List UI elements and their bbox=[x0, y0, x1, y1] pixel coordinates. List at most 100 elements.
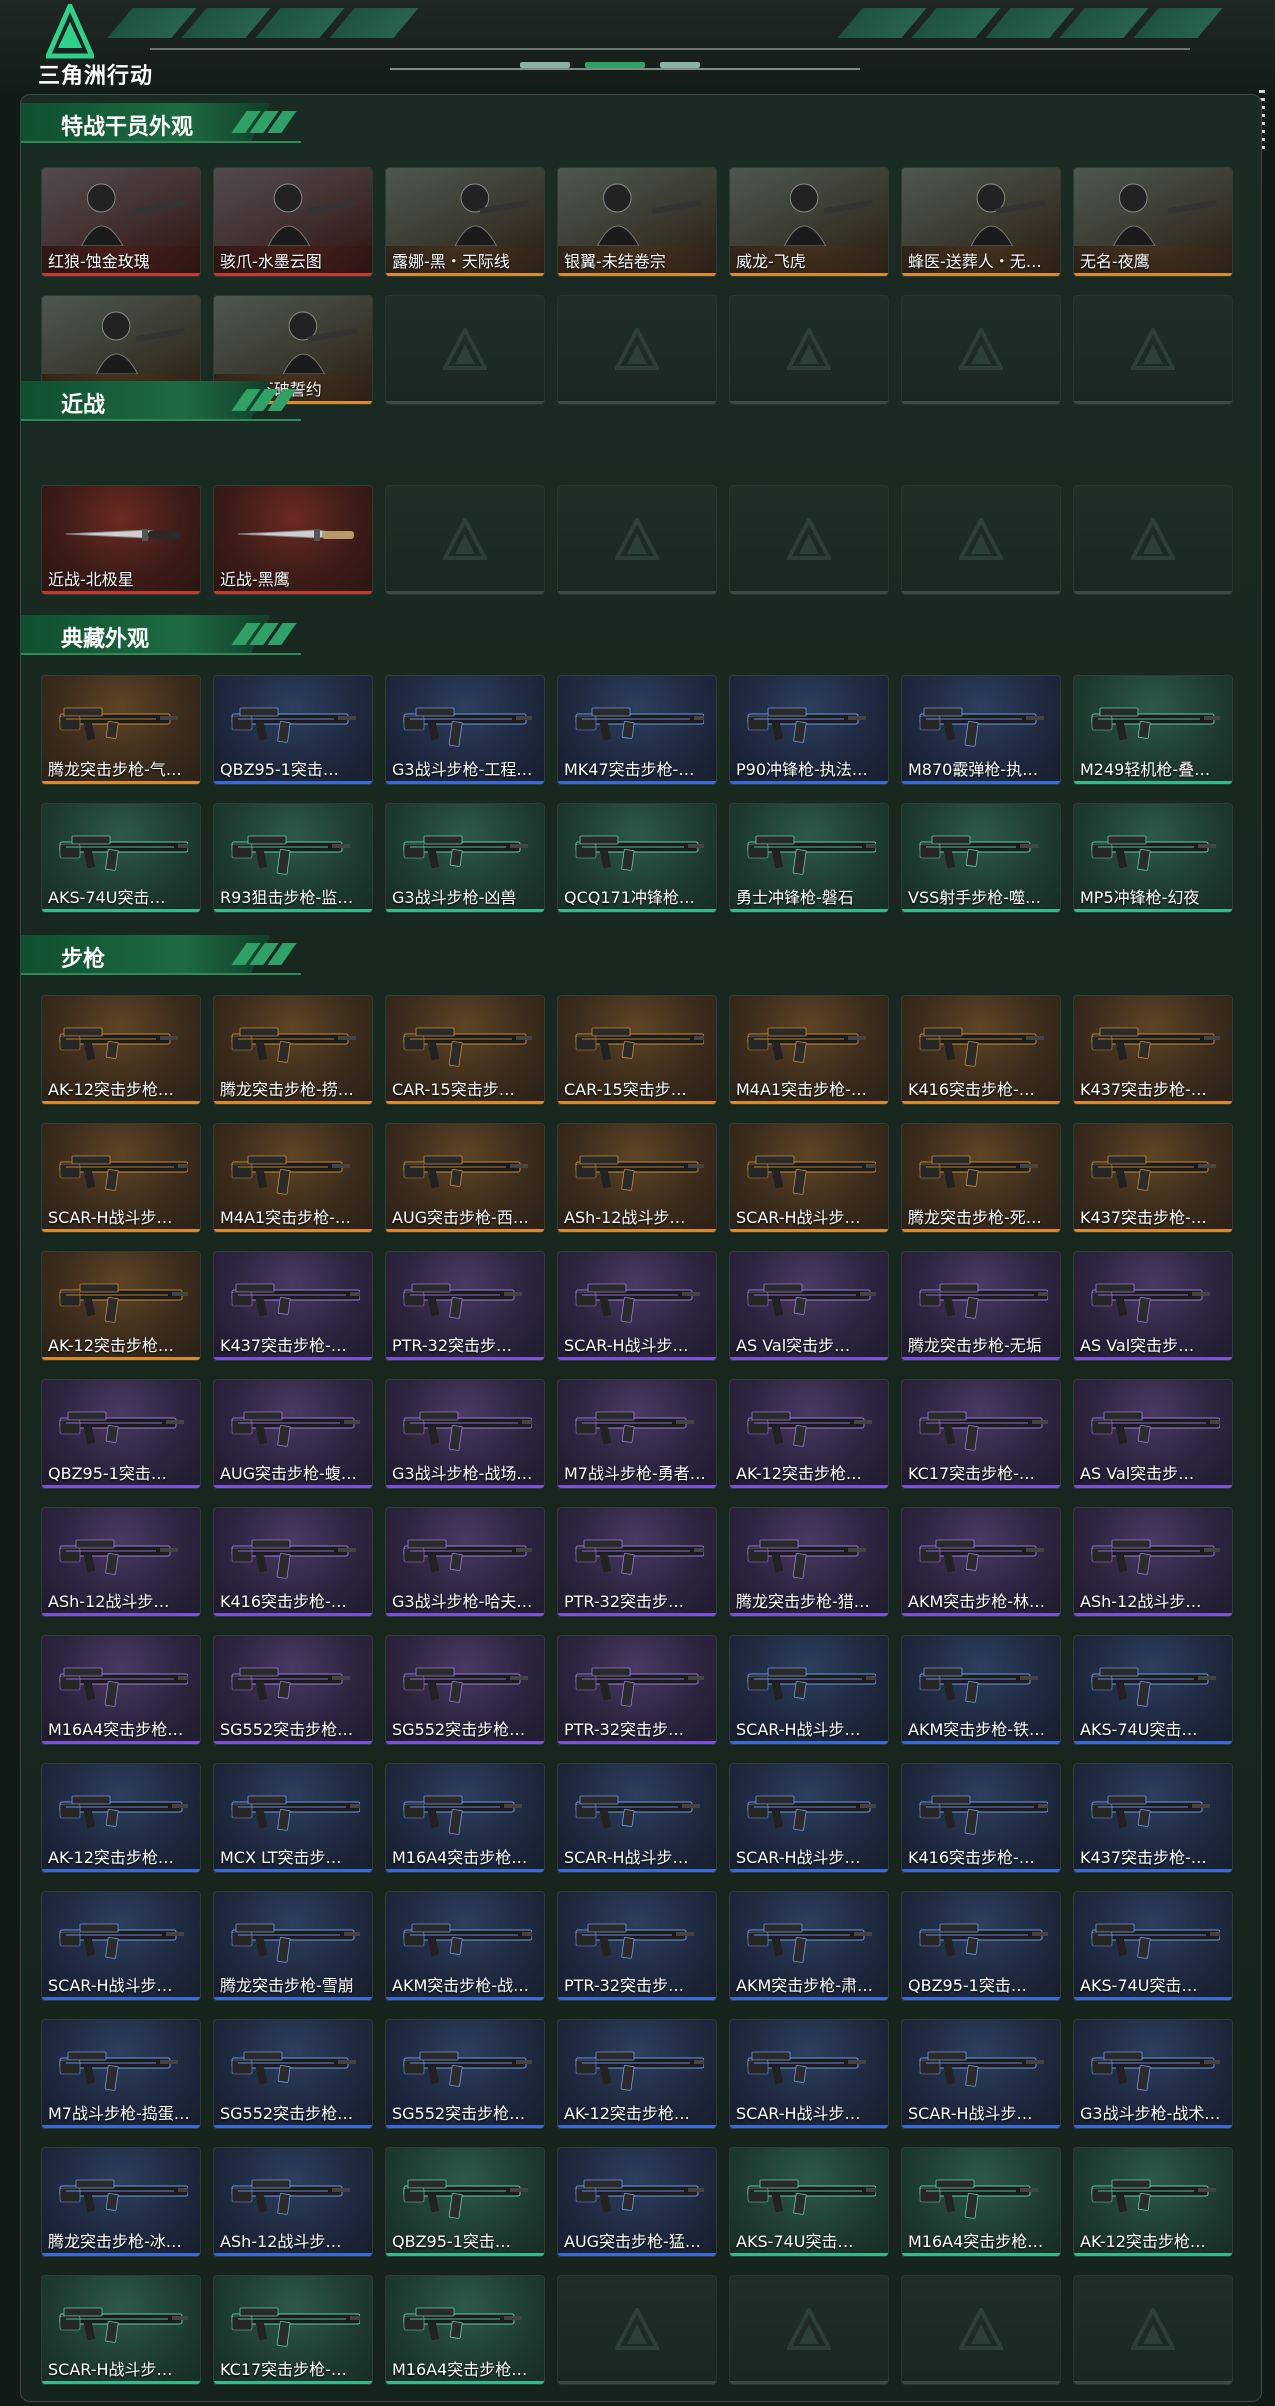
skin-card[interactable]: AKS-74U突击… bbox=[41, 803, 201, 913]
skin-card[interactable]: SCAR-H战斗步… bbox=[41, 1891, 201, 2001]
skin-card[interactable]: M7战斗步枪-勇者… bbox=[557, 1379, 717, 1489]
skin-card[interactable]: 腾龙突击步枪-无垢 bbox=[901, 1251, 1061, 1361]
skin-card[interactable]: AS Val突击步… bbox=[729, 1251, 889, 1361]
skin-card[interactable]: SG552突击步枪… bbox=[385, 2019, 545, 2129]
skin-card[interactable]: 腾龙突击步枪-猎鳄… bbox=[729, 1507, 889, 1617]
skin-card[interactable]: VSS射手步枪-噬… bbox=[901, 803, 1061, 913]
skin-card[interactable]: P90冲锋枪-执法… bbox=[729, 675, 889, 785]
skin-card[interactable]: AKS-74U突击… bbox=[1073, 1635, 1233, 1745]
skin-card-label: MCX LT突击步… bbox=[220, 1848, 342, 1867]
skin-card[interactable]: K416突击步枪-… bbox=[901, 1763, 1061, 1873]
skin-card[interactable]: G3战斗步枪-工程… bbox=[385, 675, 545, 785]
skin-card[interactable]: 露娜-黑・天际线 bbox=[385, 167, 545, 277]
skin-card[interactable]: SCAR-H战斗步… bbox=[729, 1123, 889, 1233]
skin-card[interactable]: AK-12突击步枪… bbox=[1073, 2147, 1233, 2257]
skin-card[interactable]: KC17突击步枪-… bbox=[213, 2275, 373, 2385]
skin-card[interactable]: AKM突击步枪-肃… bbox=[729, 1891, 889, 2001]
skin-card[interactable]: K416突击步枪-… bbox=[213, 1507, 373, 1617]
skin-card[interactable]: 骇爪-水墨云图 bbox=[213, 167, 373, 277]
skin-card[interactable]: SCAR-H战斗步… bbox=[557, 1251, 717, 1361]
skin-card-label: M870霰弹枪-执… bbox=[908, 760, 1039, 779]
skin-card[interactable]: AS Val突击步… bbox=[1073, 1251, 1233, 1361]
skin-card[interactable]: 勇士冲锋枪-磐石 bbox=[729, 803, 889, 913]
skin-card[interactable]: 近战-北极星 bbox=[41, 485, 201, 595]
skin-card[interactable]: K437突击步枪-… bbox=[1073, 995, 1233, 1105]
skin-card[interactable]: 腾龙突击步枪-气象… bbox=[41, 675, 201, 785]
skin-card[interactable]: AK-12突击步枪… bbox=[557, 2019, 717, 2129]
skin-card[interactable]: K437突击步枪-… bbox=[1073, 1763, 1233, 1873]
skin-card[interactable]: SCAR-H战斗步… bbox=[557, 1763, 717, 1873]
skin-card[interactable]: AK-12突击步枪… bbox=[729, 1379, 889, 1489]
skin-card[interactable]: KC17突击步枪-… bbox=[901, 1379, 1061, 1489]
skin-card[interactable]: 银翼-未结卷宗 bbox=[557, 167, 717, 277]
skin-card[interactable]: G3战斗步枪-凶兽 bbox=[385, 803, 545, 913]
skin-card[interactable]: ASh-12战斗步… bbox=[557, 1123, 717, 1233]
skin-card[interactable]: CAR-15突击步… bbox=[385, 995, 545, 1105]
skin-card[interactable]: R93狙击步枪-监… bbox=[213, 803, 373, 913]
skin-card[interactable]: 威龙-飞虎 bbox=[729, 167, 889, 277]
skin-card[interactable]: M16A4突击步枪… bbox=[901, 2147, 1061, 2257]
skin-card[interactable]: PTR-32突击步… bbox=[557, 1507, 717, 1617]
skin-card[interactable]: 腾龙突击步枪-冰天… bbox=[41, 2147, 201, 2257]
skin-card[interactable]: AUG突击步枪-蝮… bbox=[213, 1379, 373, 1489]
skin-card[interactable]: SCAR-H战斗步… bbox=[41, 2275, 201, 2385]
skin-card[interactable]: QBZ95-1突击… bbox=[213, 675, 373, 785]
weapon-icon bbox=[231, 2179, 350, 2215]
skin-card[interactable]: K416突击步枪-… bbox=[901, 995, 1061, 1105]
skin-card[interactable]: 腾龙突击步枪-雪崩 bbox=[213, 1891, 373, 2001]
skin-card[interactable]: M16A4突击步枪… bbox=[41, 1635, 201, 1745]
skin-card[interactable]: M4A1突击步枪-… bbox=[213, 1123, 373, 1233]
skin-card[interactable]: AKM突击步枪-铁… bbox=[901, 1635, 1061, 1745]
skin-card[interactable]: QBZ95-1突击… bbox=[901, 1891, 1061, 2001]
skin-card[interactable]: PTR-32突击步… bbox=[557, 1891, 717, 2001]
skin-card[interactable]: 腾龙突击步枪-捞点… bbox=[213, 995, 373, 1105]
skin-card[interactable]: CAR-15突击步… bbox=[557, 995, 717, 1105]
skin-card[interactable]: SCAR-H战斗步… bbox=[729, 2019, 889, 2129]
skin-card[interactable]: AKS-74U突击… bbox=[729, 2147, 889, 2257]
skin-card[interactable]: M7战斗步枪-捣蛋… bbox=[41, 2019, 201, 2129]
skin-card[interactable]: 近战-黑鹰 bbox=[213, 485, 373, 595]
skin-card[interactable]: 红狼-蚀金玫瑰 bbox=[41, 167, 201, 277]
skin-card[interactable]: MP5冲锋枪-幻夜 bbox=[1073, 803, 1233, 913]
skin-card[interactable]: ASh-12战斗步… bbox=[41, 1507, 201, 1617]
skin-card[interactable]: AKM突击步枪-林… bbox=[901, 1507, 1061, 1617]
skin-card[interactable]: 无名-夜鹰 bbox=[1073, 167, 1233, 277]
skin-card[interactable]: AK-12突击步枪… bbox=[41, 995, 201, 1105]
skin-card[interactable]: MK47突击步枪-… bbox=[557, 675, 717, 785]
skin-card[interactable]: SCAR-H战斗步… bbox=[901, 2019, 1061, 2129]
skin-card[interactable]: QBZ95-1突击… bbox=[41, 1379, 201, 1489]
skin-card[interactable]: AS Val突击步… bbox=[1073, 1379, 1233, 1489]
skin-card[interactable]: SG552突击步枪… bbox=[213, 2019, 373, 2129]
skin-card[interactable]: PTR-32突击步… bbox=[557, 1635, 717, 1745]
skin-card[interactable]: MCX LT突击步… bbox=[213, 1763, 373, 1873]
skin-card[interactable]: AKM突击步枪-战… bbox=[385, 1891, 545, 2001]
skin-card[interactable]: K437突击步枪-… bbox=[1073, 1123, 1233, 1233]
skin-card[interactable]: K437突击步枪-… bbox=[213, 1251, 373, 1361]
skin-card[interactable]: SG552突击步枪… bbox=[213, 1635, 373, 1745]
skin-card[interactable]: QBZ95-1突击… bbox=[385, 2147, 545, 2257]
skin-card[interactable]: AUG突击步枪-西… bbox=[385, 1123, 545, 1233]
weapon-icon bbox=[403, 1923, 532, 1957]
skin-card[interactable]: M870霰弹枪-执… bbox=[901, 675, 1061, 785]
skin-card[interactable]: M16A4突击步枪… bbox=[385, 1763, 545, 1873]
skin-card[interactable]: SCAR-H战斗步… bbox=[41, 1123, 201, 1233]
skin-card[interactable]: 蜂医-送葬人・无题… bbox=[901, 167, 1061, 277]
skin-card[interactable]: G3战斗步枪-哈夫… bbox=[385, 1507, 545, 1617]
skin-card[interactable]: M249轻机枪-叠… bbox=[1073, 675, 1233, 785]
skin-card[interactable]: SCAR-H战斗步… bbox=[729, 1635, 889, 1745]
skin-card[interactable]: ASh-12战斗步… bbox=[1073, 1507, 1233, 1617]
skin-card[interactable]: SCAR-H战斗步… bbox=[729, 1763, 889, 1873]
skin-card[interactable]: SG552突击步枪… bbox=[385, 1635, 545, 1745]
skin-card[interactable]: 腾龙突击步枪-死神… bbox=[901, 1123, 1061, 1233]
skin-card[interactable]: AK-12突击步枪… bbox=[41, 1251, 201, 1361]
skin-card[interactable]: PTR-32突击步… bbox=[385, 1251, 545, 1361]
skin-card[interactable]: AK-12突击步枪… bbox=[41, 1763, 201, 1873]
skin-card[interactable]: M16A4突击步枪… bbox=[385, 2275, 545, 2385]
skin-card[interactable]: M4A1突击步枪-… bbox=[729, 995, 889, 1105]
skin-card[interactable]: G3战斗步枪-战术… bbox=[1073, 2019, 1233, 2129]
skin-card[interactable]: QCQ171冲锋枪… bbox=[557, 803, 717, 913]
skin-card[interactable]: ASh-12战斗步… bbox=[213, 2147, 373, 2257]
skin-card[interactable]: AUG突击步枪-猛… bbox=[557, 2147, 717, 2257]
skin-card[interactable]: AKS-74U突击… bbox=[1073, 1891, 1233, 2001]
skin-card[interactable]: G3战斗步枪-战场… bbox=[385, 1379, 545, 1489]
